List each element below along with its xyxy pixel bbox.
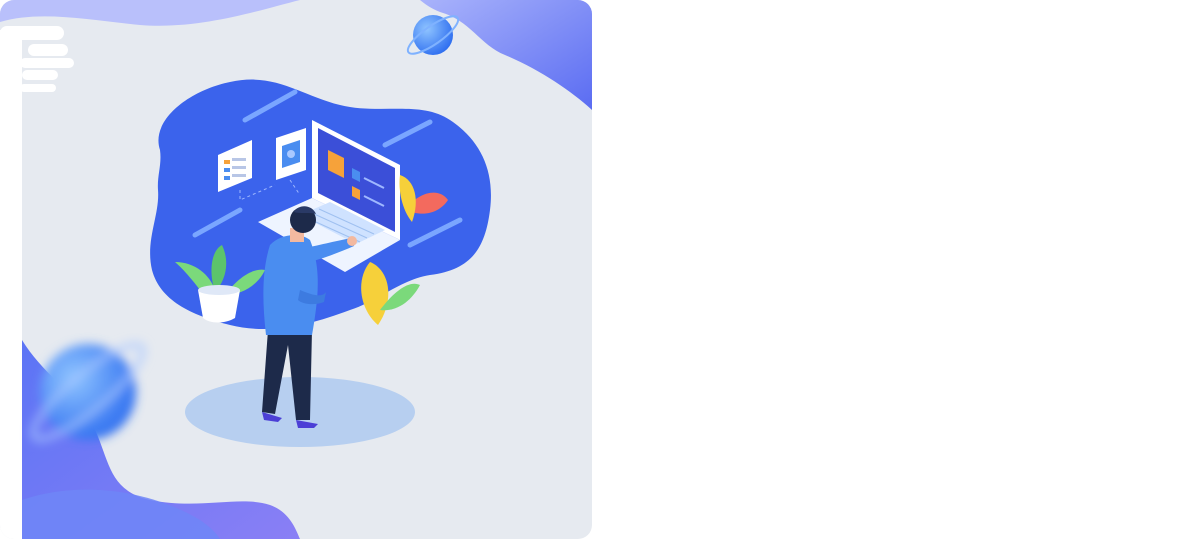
login-illustration-screen [0, 0, 1185, 539]
illustration-card [0, 0, 592, 539]
right-blank-panel [600, 0, 1185, 539]
